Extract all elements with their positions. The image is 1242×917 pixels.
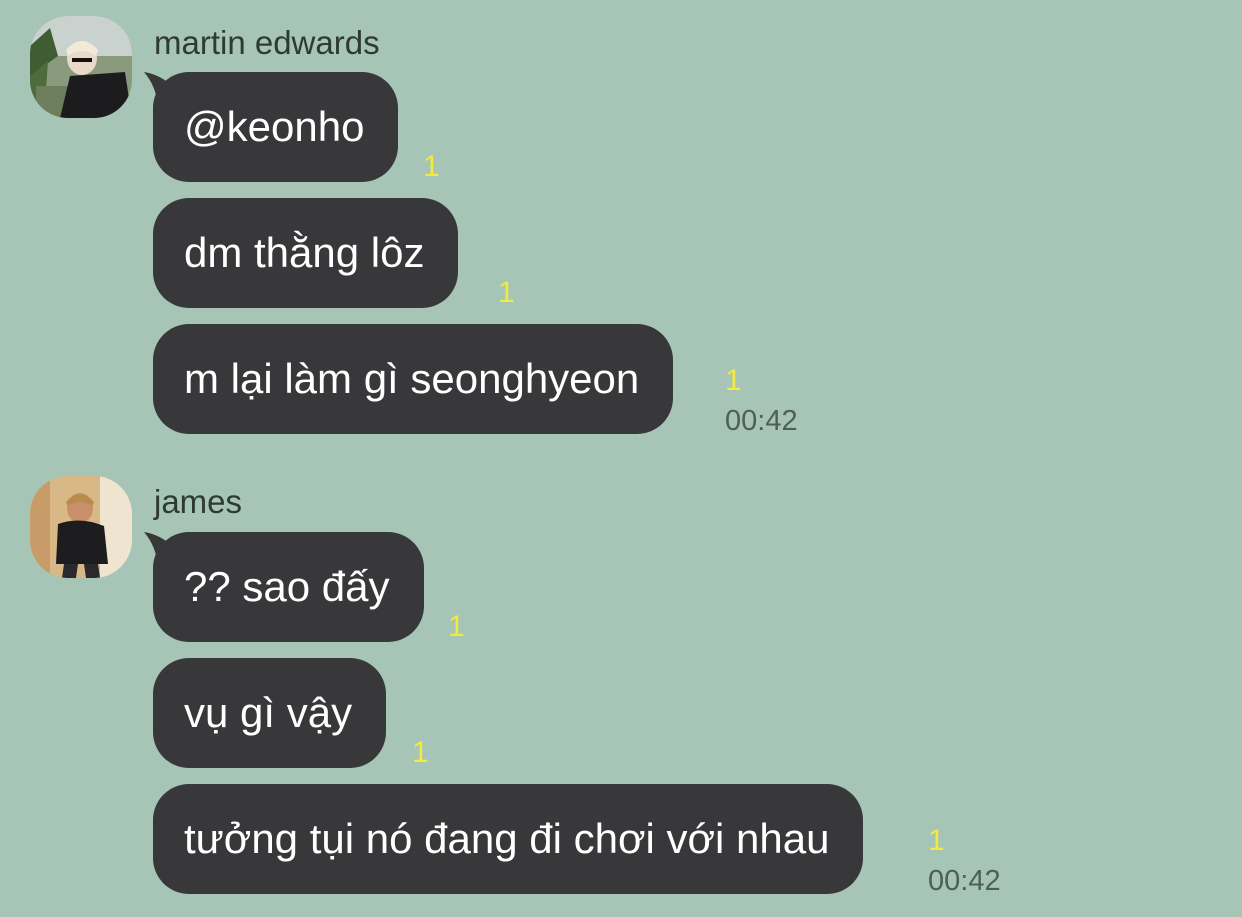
message-timestamp: 00:42 <box>725 405 798 437</box>
unread-count: 1 <box>448 610 465 643</box>
message-bubble: tưởng tụi nó đang đi chơi với nhau <box>153 784 864 894</box>
unread-count: 1 <box>412 736 429 769</box>
sender-name: martin edwards <box>154 24 380 61</box>
unread-count: 1 <box>725 364 742 397</box>
message-bubble: @keonho <box>153 72 399 182</box>
unread-count: 1 <box>928 824 945 857</box>
unread-count: 1 <box>423 150 440 183</box>
message-bubble: m lại làm gì seonghyeon <box>153 324 674 434</box>
message-bubble: dm thằng lôz <box>153 198 459 308</box>
avatar[interactable] <box>30 476 132 578</box>
message-timestamp: 00:42 <box>928 865 1001 897</box>
avatar[interactable] <box>30 16 132 118</box>
message-bubble: ?? sao đấy <box>153 532 424 642</box>
unread-count: 1 <box>498 276 515 309</box>
sender-name: james <box>154 483 243 520</box>
message-bubble: vụ gì vậy <box>153 658 387 768</box>
